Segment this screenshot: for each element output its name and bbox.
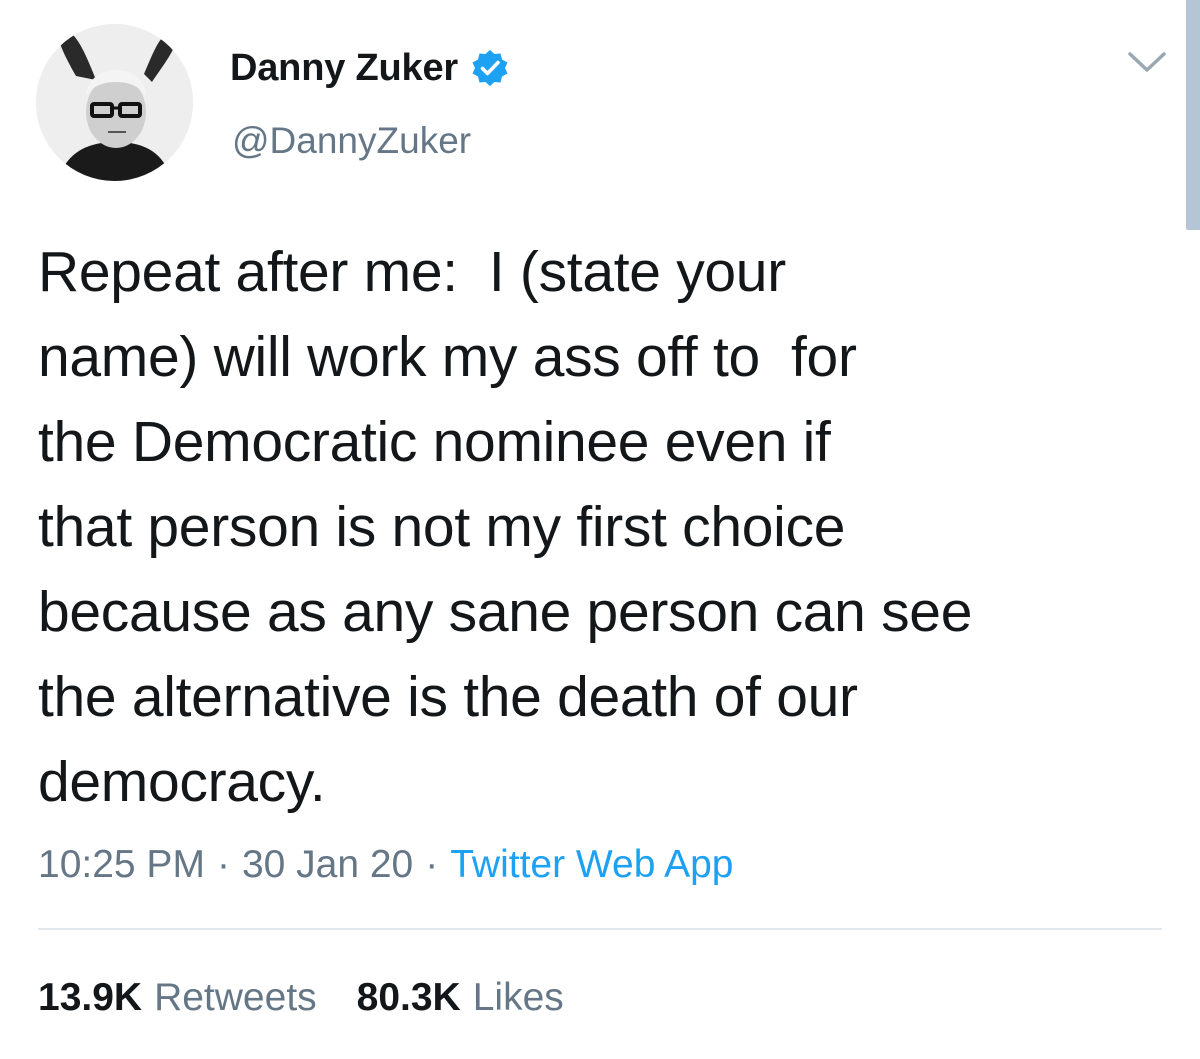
chevron-down-icon[interactable] <box>1124 44 1170 80</box>
verified-badge-icon <box>470 48 510 88</box>
user-handle[interactable]: @DannyZuker <box>232 120 471 162</box>
tweet-text-line: because as any sane person can see <box>38 580 973 644</box>
likes-count: 80.3K <box>356 976 461 1019</box>
retweets-label: Retweets <box>154 976 317 1019</box>
tweet-meta: 10:25 PM · 30 Jan 20 · Twitter Web App <box>38 840 734 890</box>
tweet-text-line: the alternative is the death of our <box>38 665 858 729</box>
tweet-source-link[interactable]: Twitter Web App <box>450 843 733 887</box>
user-name-row[interactable]: Danny Zuker <box>230 42 510 94</box>
tweet-time[interactable]: 10:25 PM <box>38 843 205 887</box>
display-name[interactable]: Danny Zuker <box>230 47 458 90</box>
tweet-card: Danny Zuker @DannyZuker Repeat after me:… <box>0 0 1200 1059</box>
tweet-text-line: the Democratic nominee even if <box>38 410 831 474</box>
retweets-stat[interactable]: 13.9K Retweets <box>38 976 317 1020</box>
likes-stat[interactable]: 80.3K Likes <box>357 976 564 1020</box>
tweet-date[interactable]: 30 Jan 20 <box>242 843 413 887</box>
tweet-text-line: that person is not my first choice <box>38 495 846 559</box>
retweets-count: 13.9K <box>38 976 143 1019</box>
tweet-text-line: Repeat after me: I (state your <box>38 240 786 304</box>
avatar[interactable] <box>36 24 193 181</box>
tweet-text-line: democracy. <box>38 750 326 814</box>
tweet-text: Repeat after me: I (state your name) wil… <box>38 230 1148 825</box>
scrollbar-thumb[interactable] <box>1186 0 1200 230</box>
divider <box>38 928 1162 930</box>
meta-separator: · <box>216 843 230 886</box>
avatar-photo <box>36 24 193 181</box>
likes-label: Likes <box>472 976 564 1019</box>
meta-separator: · <box>425 843 439 886</box>
tweet-text-line: name) will work my ass off to for <box>38 325 857 389</box>
tweet-stats: 13.9K Retweets 80.3K Likes <box>38 972 604 1024</box>
